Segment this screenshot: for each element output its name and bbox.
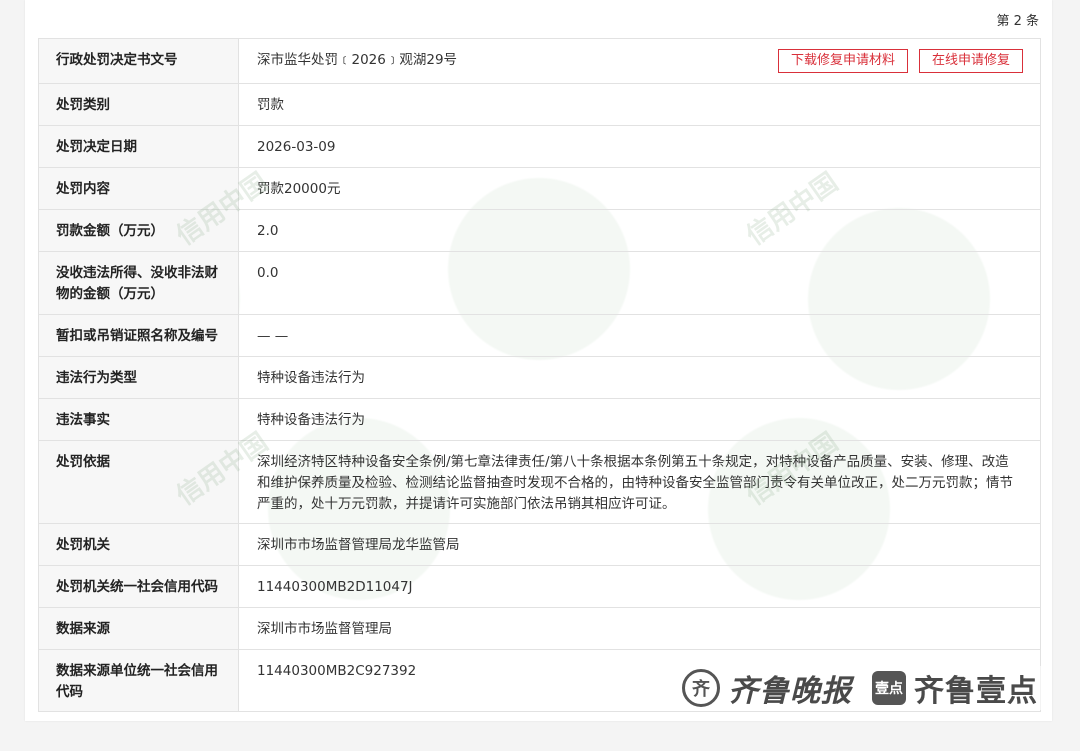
row-value: 深圳经济特区特种设备安全条例/第七章法律责任/第八十条根据本条例第五十条规定，对… xyxy=(257,454,1013,512)
download-repair-materials-button[interactable]: 下载修复申请材料 xyxy=(777,49,908,73)
record-counter: 第 2 条 xyxy=(996,14,1039,29)
table-row: 没收违法所得、没收非法财物的金额（万元） 0.0 xyxy=(39,251,1040,314)
table-row: 违法行为类型 特种设备违法行为 xyxy=(39,356,1040,398)
decision-number: 深市监华处罚﹝2026﹞观湖29号 xyxy=(257,52,458,68)
row-label: 暂扣或吊销证照名称及编号 xyxy=(39,315,239,356)
newspaper-seal-icon: 齐 xyxy=(682,669,720,707)
row-value: 罚款20000元 xyxy=(257,181,341,197)
row-value: 2026-03-09 xyxy=(257,139,336,155)
table-row: 处罚类别 罚款 xyxy=(39,83,1040,125)
row-value: — — xyxy=(257,328,289,344)
table-row: 处罚依据 深圳经济特区特种设备安全条例/第七章法律责任/第八十条根据本条例第五十… xyxy=(39,440,1040,523)
row-label: 数据来源 xyxy=(39,608,239,649)
publisher-watermark: 齐 齐鲁晚报 壹点 齐鲁壹点 xyxy=(678,666,1042,710)
row-value: 特种设备违法行为 xyxy=(257,412,365,428)
row-value: 罚款 xyxy=(257,97,284,113)
row-value: 深市监华处罚﹝2026﹞观湖29号 下载修复申请材料 在线申请修复 xyxy=(239,39,1040,83)
table-row: 罚款金额（万元） 2.0 xyxy=(39,209,1040,251)
table-row: 处罚内容 罚款20000元 xyxy=(39,167,1040,209)
newspaper-name: 齐鲁晚报 xyxy=(728,674,852,709)
row-label: 行政处罚决定书文号 xyxy=(39,39,239,83)
table-row: 违法事实 特种设备违法行为 xyxy=(39,398,1040,440)
app-logo-icon: 壹点 xyxy=(872,671,906,705)
row-value: 0.0 xyxy=(257,265,279,281)
row-label: 违法行为类型 xyxy=(39,357,239,398)
row-value: 11440300MB2D11047J xyxy=(257,579,413,595)
table-row: 处罚决定日期 2026-03-09 xyxy=(39,125,1040,167)
row-label: 处罚类别 xyxy=(39,84,239,125)
row-label: 没收违法所得、没收非法财物的金额（万元） xyxy=(39,252,239,314)
app-name: 齐鲁壹点 xyxy=(914,674,1038,709)
row-label: 违法事实 xyxy=(39,399,239,440)
table-row: 数据来源 深圳市市场监督管理局 xyxy=(39,607,1040,649)
row-value: 深圳市市场监督管理局 xyxy=(257,621,392,637)
row-label: 罚款金额（万元） xyxy=(39,210,239,251)
row-label: 数据来源单位统一社会信用代码 xyxy=(39,650,239,711)
row-value: 2.0 xyxy=(257,223,279,239)
row-value: 深圳市市场监督管理局龙华监管局 xyxy=(257,537,460,553)
table-row: 行政处罚决定书文号 深市监华处罚﹝2026﹞观湖29号 下载修复申请材料 在线申… xyxy=(39,39,1040,83)
row-label: 处罚机关统一社会信用代码 xyxy=(39,566,239,607)
repair-actions: 下载修复申请材料 在线申请修复 xyxy=(777,49,1023,73)
row-label: 处罚决定日期 xyxy=(39,126,239,167)
table-row: 处罚机关 深圳市市场监督管理局龙华监管局 xyxy=(39,523,1040,565)
row-label: 处罚机关 xyxy=(39,524,239,565)
table-row: 处罚机关统一社会信用代码 11440300MB2D11047J xyxy=(39,565,1040,607)
penalty-table: 行政处罚决定书文号 深市监华处罚﹝2026﹞观湖29号 下载修复申请材料 在线申… xyxy=(38,38,1041,712)
row-label: 处罚内容 xyxy=(39,168,239,209)
table-row: 暂扣或吊销证照名称及编号 — — xyxy=(39,314,1040,356)
online-repair-application-button[interactable]: 在线申请修复 xyxy=(918,49,1023,73)
row-label: 处罚依据 xyxy=(39,441,239,523)
row-value: 特种设备违法行为 xyxy=(257,370,365,386)
